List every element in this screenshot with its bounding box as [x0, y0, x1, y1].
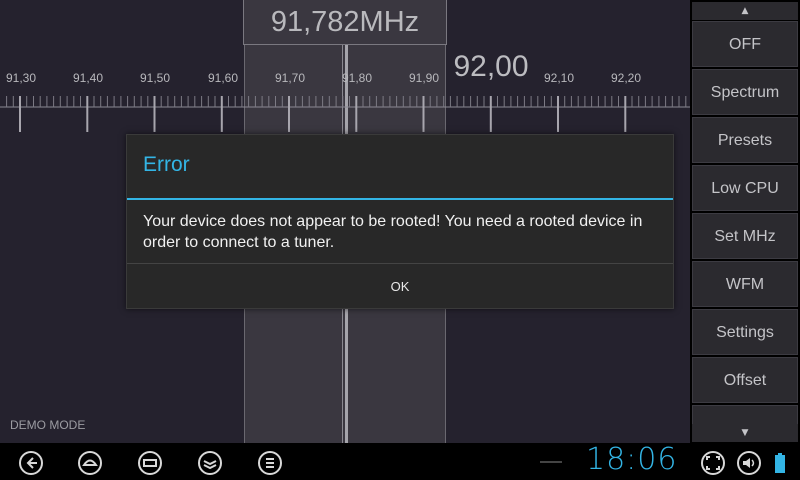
tick-label: 91,50 — [139, 71, 171, 85]
demo-mode-label: DEMO MODE — [10, 418, 86, 432]
sidebar-item-empty[interactable] — [692, 405, 798, 425]
tick-label: 91,40 — [72, 71, 104, 85]
error-dialog: Error Your device does not appear to be … — [126, 134, 674, 309]
tick-label: 92,20 — [610, 71, 642, 85]
ok-button[interactable]: OK — [127, 264, 673, 309]
sidebar-item-settings[interactable]: Settings — [692, 309, 798, 355]
sidebar-item-offset[interactable]: Offset — [692, 357, 798, 403]
sidebar-item-low-cpu[interactable]: Low CPU — [692, 165, 798, 211]
system-nav-bar — [0, 443, 800, 480]
volume-icon[interactable] — [736, 450, 762, 476]
home-icon[interactable] — [77, 450, 103, 476]
dialog-title-divider — [127, 198, 673, 200]
clock: 18:06 — [586, 442, 678, 477]
scroll-down-arrow[interactable]: ▼ — [692, 424, 798, 442]
sidebar-item-presets[interactable]: Presets — [692, 117, 798, 163]
frequency-scale — [0, 96, 690, 132]
current-frequency: 91,782MHz — [243, 0, 447, 45]
recent-apps-icon[interactable] — [137, 450, 163, 476]
center-frequency-label: 92,00 — [453, 50, 529, 83]
battery-icon — [775, 453, 785, 473]
tick-label: 92,10 — [543, 71, 575, 85]
sidebar-item-off[interactable]: OFF — [692, 21, 798, 67]
tick-label: 91,90 — [408, 71, 440, 85]
tick-label: 91,30 — [5, 71, 37, 85]
sidebar-item-spectrum[interactable]: Spectrum — [692, 69, 798, 115]
scroll-up-arrow[interactable]: ▲ — [692, 2, 798, 20]
sidebar-item-wfm[interactable]: WFM — [692, 261, 798, 307]
tick-label: 91,80 — [341, 71, 373, 85]
back-icon[interactable] — [18, 450, 44, 476]
screenshot-icon[interactable] — [700, 450, 726, 476]
dialog-title: Error — [143, 153, 190, 176]
tick-label: 91,70 — [274, 71, 306, 85]
sidebar: ▲ OFF Spectrum Presets Low CPU Set MHz W… — [690, 0, 800, 443]
notification-indicator — [540, 461, 562, 463]
menu-icon[interactable] — [257, 450, 283, 476]
dialog-message: Your device does not appear to be rooted… — [143, 213, 643, 251]
tick-label: 91,60 — [207, 71, 239, 85]
layers-icon[interactable] — [197, 450, 223, 476]
sidebar-item-set-mhz[interactable]: Set MHz — [692, 213, 798, 259]
